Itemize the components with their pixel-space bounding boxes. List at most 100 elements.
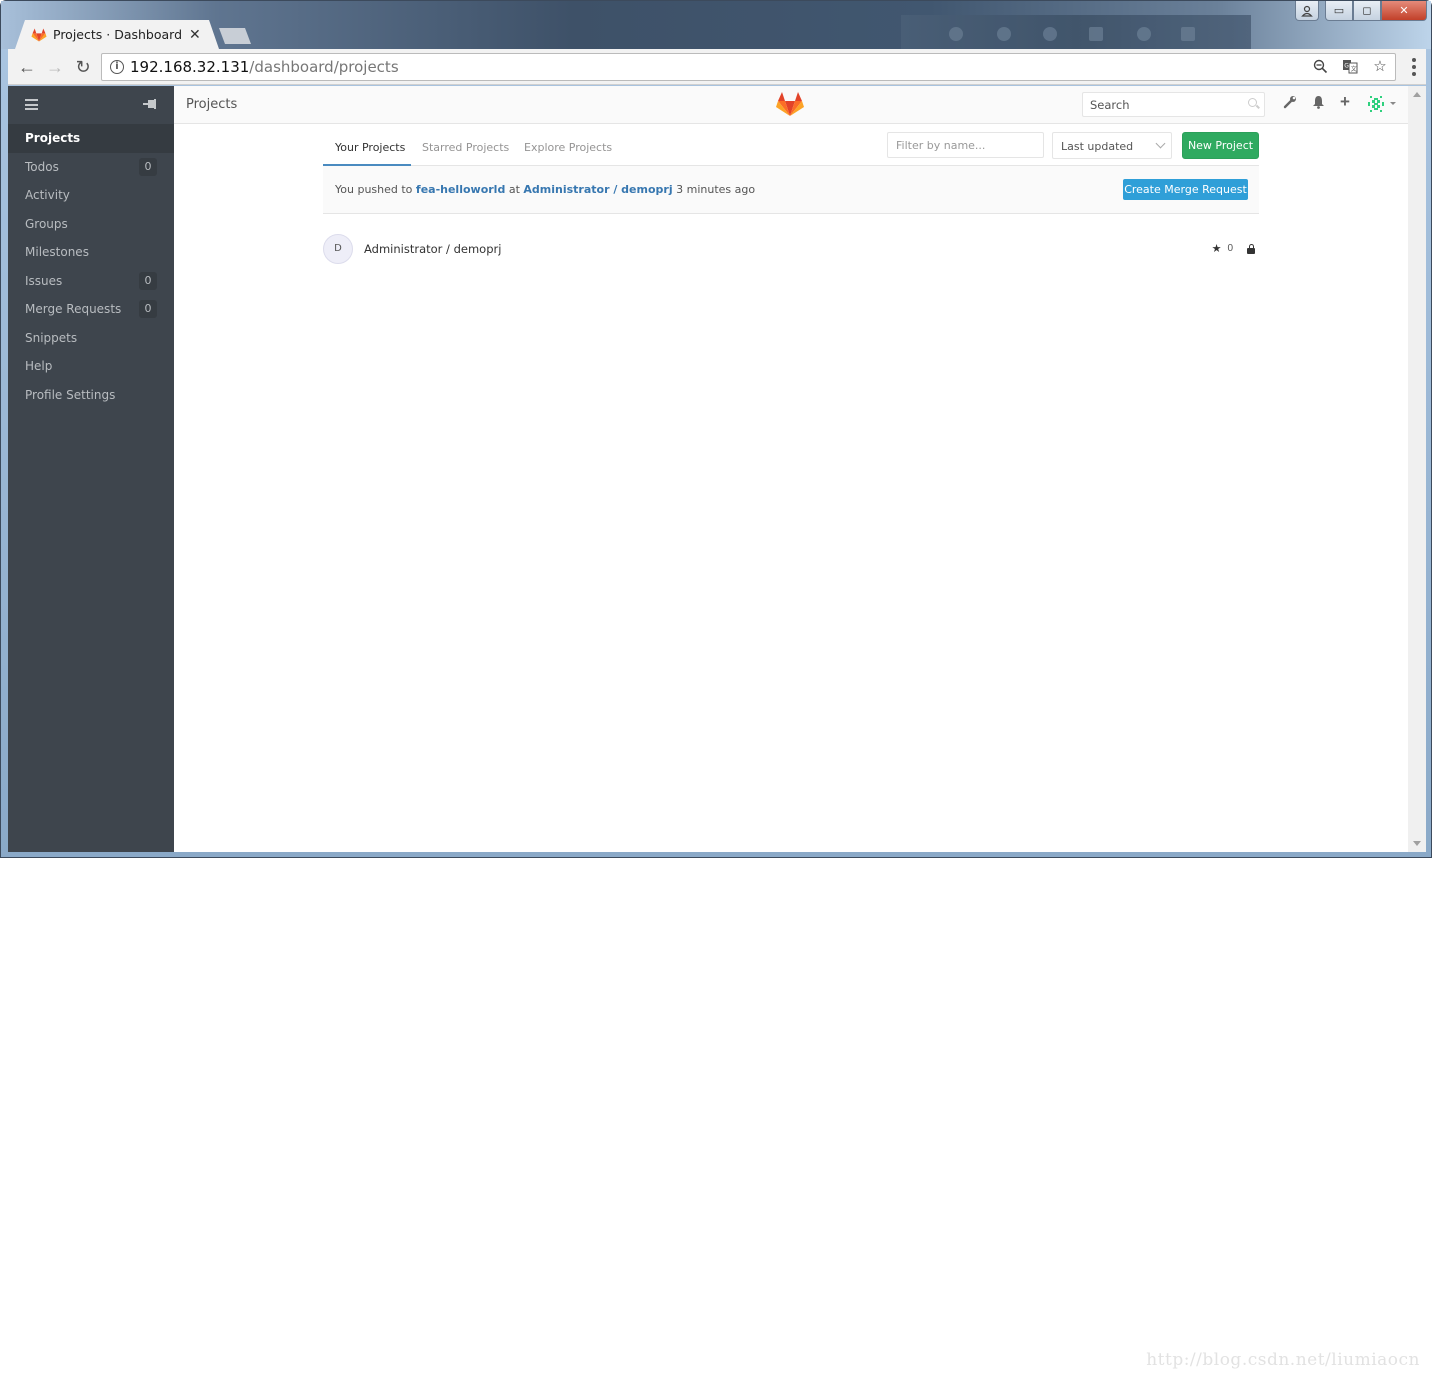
forward-icon[interactable]: → <box>44 56 66 78</box>
url-host: 192.168.32.131 <box>130 58 250 76</box>
create-merge-request-button[interactable]: Create Merge Request <box>1123 179 1248 200</box>
translate-icon[interactable]: G文 <box>1341 57 1359 75</box>
push-prefix: You pushed to <box>335 183 413 196</box>
hamburger-menu-icon[interactable] <box>25 99 38 110</box>
sidebar-item-todos[interactable]: Todos 0 <box>8 153 174 182</box>
project-link[interactable]: Administrator / demoprj <box>523 183 672 196</box>
new-plus-icon[interactable]: + <box>1340 92 1350 112</box>
sidebar-item-label: Groups <box>25 216 68 231</box>
pin-icon[interactable] <box>143 97 156 112</box>
tab-title: Projects · Dashboard · <box>53 27 183 42</box>
back-icon[interactable]: ← <box>16 56 38 78</box>
sidebar-item-issues[interactable]: Issues 0 <box>8 267 174 296</box>
chevron-down-icon <box>1155 138 1166 149</box>
browser-window: Projects · Dashboard · ✕ ▭ ◻ ✕ ← → ↻ i 1… <box>0 0 1432 858</box>
blurred-background <box>901 15 1251 49</box>
admin-wrench-icon[interactable] <box>1283 95 1297 113</box>
push-event-banner: You pushed to fea-helloworld at Administ… <box>323 166 1259 214</box>
scroll-up-arrow-icon[interactable] <box>1413 92 1421 97</box>
maximize-button[interactable]: ◻ <box>1353 1 1381 21</box>
info-icon[interactable]: i <box>110 60 124 74</box>
watermark: http://blog.csdn.net/liumiaocn <box>1146 1350 1420 1370</box>
sidebar-item-merge-requests[interactable]: Merge Requests 0 <box>8 295 174 324</box>
sidebar-item-label: Issues <box>25 273 63 288</box>
user-avatar-icon[interactable] <box>1366 94 1386 114</box>
sidebar-item-milestones[interactable]: Milestones <box>8 238 174 267</box>
menu-icon[interactable] <box>1412 58 1416 76</box>
sidebar-item-label: Todos <box>25 159 59 174</box>
filter-placeholder: Filter by name... <box>896 139 986 152</box>
new-tab-button[interactable] <box>219 28 251 44</box>
sidebar-item-groups[interactable]: Groups <box>8 210 174 239</box>
bookmark-star-icon[interactable]: ☆ <box>1371 57 1389 75</box>
sidebar-item-snippets[interactable]: Snippets <box>8 324 174 353</box>
page-title: Projects <box>186 97 238 112</box>
sidebar: Projects Todos 0 Activity Groups Mileston… <box>8 86 174 852</box>
browser-toolbar: ← → ↻ i 192.168.32.131/dashboard/project… <box>8 49 1426 85</box>
search-icon <box>1248 98 1257 107</box>
sidebar-item-activity[interactable]: Activity <box>8 181 174 210</box>
sidebar-item-label: Snippets <box>25 330 78 345</box>
project-list-item[interactable]: D Administrator / demoprj ★ 0 <box>323 214 1259 284</box>
push-at: at <box>508 183 520 196</box>
star-count: 0 <box>1227 243 1233 254</box>
sidebar-item-label: Help <box>25 359 53 374</box>
sidebar-item-help[interactable]: Help <box>8 352 174 381</box>
search-placeholder: Search <box>1090 98 1130 112</box>
sidebar-item-label: Merge Requests <box>25 302 122 317</box>
sidebar-item-label: Profile Settings <box>25 387 116 402</box>
projects-content: Your Projects Starred Projects Explore P… <box>323 124 1259 284</box>
notifications-bell-icon[interactable] <box>1312 95 1325 113</box>
project-stats: ★ 0 <box>1212 242 1255 255</box>
sort-value: Last updated <box>1061 140 1134 153</box>
reload-icon[interactable]: ↻ <box>72 56 94 78</box>
tab-close-icon[interactable]: ✕ <box>189 26 201 43</box>
tab-explore-projects[interactable]: Explore Projects <box>524 124 612 166</box>
gitlab-logo-icon[interactable] <box>776 91 804 117</box>
branch-link[interactable]: fea-helloworld <box>416 183 505 196</box>
minimize-button[interactable]: ▭ <box>1325 1 1353 21</box>
sidebar-item-profile-settings[interactable]: Profile Settings <box>8 381 174 410</box>
svg-text:文: 文 <box>1351 65 1357 73</box>
lock-icon <box>1247 243 1255 254</box>
scroll-down-arrow-icon[interactable] <box>1413 841 1421 846</box>
star-icon: ★ <box>1211 243 1222 255</box>
browser-tab-active[interactable]: Projects · Dashboard · ✕ <box>15 20 219 49</box>
user-profile-icon[interactable] <box>1295 1 1319 21</box>
merge-requests-count-badge: 0 <box>139 300 157 318</box>
top-header: Projects Search + <box>174 86 1408 124</box>
zoom-out-icon[interactable] <box>1311 57 1329 75</box>
close-icon: ✕ <box>1399 5 1409 17</box>
filter-by-name-input[interactable]: Filter by name... <box>887 132 1044 158</box>
tab-starred-projects[interactable]: Starred Projects <box>422 124 509 166</box>
sidebar-item-label: Milestones <box>25 245 89 260</box>
project-name-link[interactable]: Administrator / demoprj <box>364 242 501 256</box>
new-project-button[interactable]: New Project <box>1182 132 1259 159</box>
sidebar-item-label: Projects <box>25 131 81 146</box>
project-avatar: D <box>323 234 353 264</box>
push-event-text: You pushed to fea-helloworld at Administ… <box>335 183 755 196</box>
sidebar-item-label: Activity <box>25 188 70 203</box>
maximize-icon: ◻ <box>1362 5 1372 17</box>
main-content: Projects Search + Your Projects Starred … <box>174 86 1408 852</box>
title-bar: Projects · Dashboard · ✕ ▭ ◻ ✕ <box>1 1 1431 49</box>
address-bar[interactable]: i 192.168.32.131/dashboard/projects G文 ☆ <box>101 53 1396 81</box>
push-time: 3 minutes ago <box>676 183 756 196</box>
search-input[interactable]: Search <box>1082 92 1265 117</box>
close-window-button[interactable]: ✕ <box>1381 1 1427 21</box>
tab-your-projects[interactable]: Your Projects <box>323 124 411 166</box>
user-dropdown-caret-icon[interactable] <box>1390 102 1396 105</box>
window-controls: ▭ ◻ ✕ <box>1325 1 1427 21</box>
gitlab-favicon-icon <box>31 28 47 41</box>
issues-count-badge: 0 <box>139 271 157 290</box>
vertical-scrollbar[interactable] <box>1408 86 1426 852</box>
sort-dropdown[interactable]: Last updated <box>1052 132 1172 159</box>
sidebar-item-projects[interactable]: Projects <box>8 124 174 153</box>
sidebar-header <box>8 86 174 124</box>
minimize-icon: ▭ <box>1333 5 1345 17</box>
svg-text:G: G <box>1344 63 1349 70</box>
todos-count-badge: 0 <box>139 157 157 176</box>
project-tabs: Your Projects Starred Projects Explore P… <box>323 124 1259 166</box>
url-path: /dashboard/projects <box>249 58 399 76</box>
page-viewport: Projects Todos 0 Activity Groups Mileston… <box>8 86 1426 852</box>
